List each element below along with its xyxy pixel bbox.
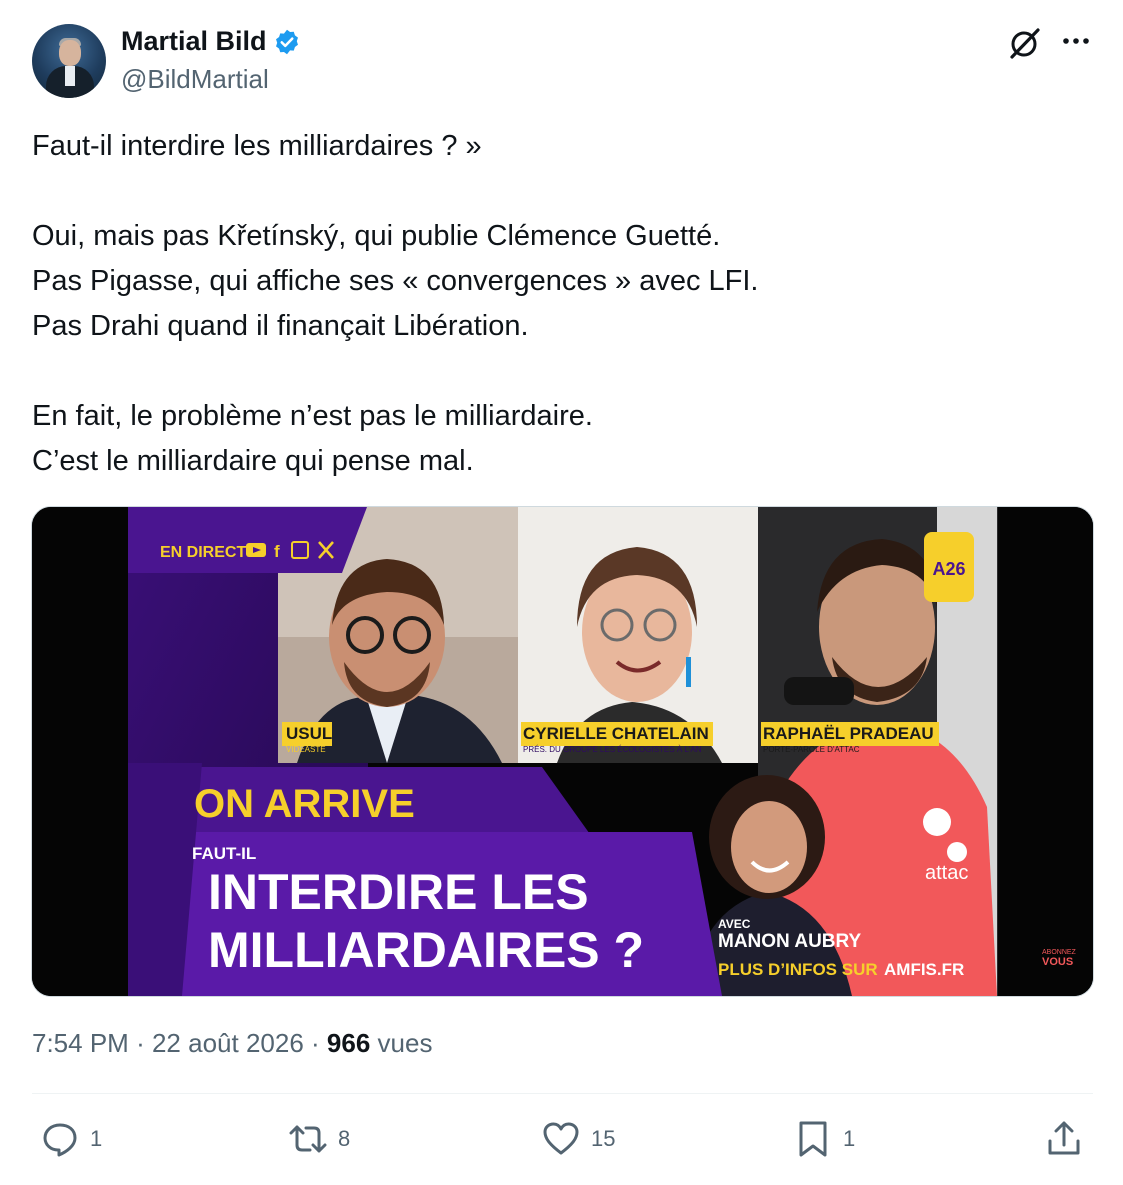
more-options-icon[interactable] (1058, 26, 1094, 56)
on-arrive-text: ON ARRIVE (194, 782, 415, 826)
subscribe-line-1: ABONNEZ (1042, 949, 1077, 956)
avatar-shirt (65, 66, 75, 86)
question-line-2: MILLIARDAIRES ? (208, 922, 644, 978)
speaker-role: PRÉS. DU GROUPE LES ÉCOLOGISTES À L'AN (523, 745, 702, 754)
tweet-text: Faut-il interdire les milliardaires ? » … (32, 124, 1092, 484)
live-banner (128, 507, 367, 573)
author-name[interactable]: Martial Bild (121, 26, 267, 57)
views-count: 966 (326, 1028, 371, 1058)
manon-face (731, 801, 807, 893)
tweet-media-image[interactable]: f EN DIRECT A26 USUL VIDÉASTE CYRIELLE C… (31, 506, 1094, 997)
shirt-text: attac (925, 862, 968, 884)
speaker-name: RAPHAËL PRADEAU (763, 724, 934, 743)
avatar-face (59, 40, 81, 66)
speaker-name: CYRIELLE CHATELAIN (523, 724, 709, 743)
tweet-meta: 7:54 PM · 22 août 2026 · 966 vues (32, 1028, 432, 1059)
bookmark-count: 1 (843, 1126, 856, 1151)
divider (32, 1093, 1093, 1094)
media-graphic: f EN DIRECT A26 USUL VIDÉASTE CYRIELLE C… (32, 507, 1093, 996)
tweet-line: Faut-il interdire les milliardaires ? » (32, 130, 482, 162)
avec-label: AVEC (718, 917, 751, 931)
tweet-line: Pas Pigasse, qui affiche ses « convergen… (32, 265, 759, 297)
question-line-1: INTERDIRE LES (208, 864, 589, 920)
infos-site: AMFIS.FR (884, 960, 964, 979)
bookmark-button[interactable]: 1 (793, 1116, 855, 1162)
tweet-time[interactable]: 7:54 PM (32, 1028, 129, 1058)
meta-separator: · (311, 1028, 320, 1058)
share-icon (1048, 1121, 1080, 1155)
bookmark-icon (799, 1121, 827, 1157)
author-name-row[interactable]: Martial Bild (121, 26, 301, 57)
views-label: vues (377, 1028, 433, 1058)
repost-icon (289, 1125, 327, 1153)
heart-icon (543, 1122, 579, 1155)
verified-badge-icon (275, 29, 298, 54)
repost-count: 8 (338, 1126, 351, 1151)
subscribe-line-2: VOUS (1042, 956, 1073, 968)
reply-button[interactable]: 1 (40, 1116, 102, 1162)
repost-button[interactable]: 8 (288, 1116, 350, 1162)
share-button[interactable] (1044, 1116, 1084, 1162)
live-label: EN DIRECT (160, 544, 246, 561)
a26-logo-text: A26 (932, 559, 965, 579)
tweet-line: Oui, mais pas Křetínský, qui publie Clém… (32, 220, 721, 252)
speaker-name: USUL (286, 724, 332, 743)
reply-count: 1 (90, 1126, 103, 1151)
grok-icon[interactable] (1008, 26, 1042, 60)
author-avatar[interactable] (32, 24, 106, 98)
tweet-date[interactable]: 22 août 2026 (152, 1028, 304, 1058)
microphone (784, 677, 854, 705)
question-prefix: FAUT-IL (192, 844, 256, 863)
facebook-icon: f (274, 542, 280, 561)
like-count: 15 (591, 1126, 616, 1151)
infos-prefix: PLUS D’INFOS SUR (718, 960, 878, 979)
speaker-role: PORTE-PAROLE D'ATTAC (763, 745, 860, 754)
reply-icon (43, 1123, 77, 1157)
tweet-line: C’est le milliardaire qui pense mal. (32, 445, 474, 477)
guest-name: MANON AUBRY (718, 931, 862, 952)
author-handle[interactable]: @BildMartial (121, 64, 269, 95)
speaker-role: VIDÉASTE (286, 745, 326, 754)
like-button[interactable]: 15 (541, 1116, 615, 1162)
meta-separator: · (136, 1028, 145, 1058)
tweet-line: Pas Drahi quand il finançait Libération. (32, 310, 529, 342)
tweet-line: En fait, le problème n’est pas le millia… (32, 400, 593, 432)
